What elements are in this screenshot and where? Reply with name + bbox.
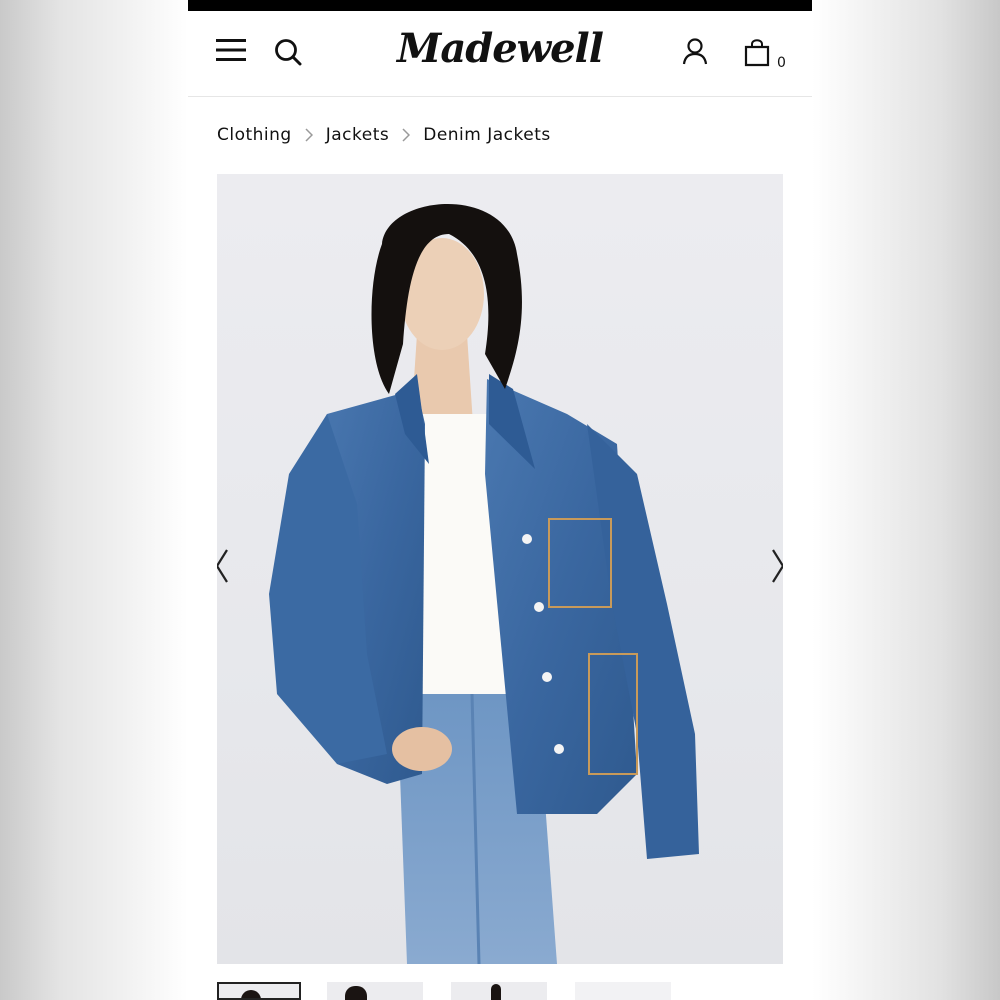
user-icon[interactable] [682, 38, 708, 66]
phone-screen: Madewell 0 Clothing Jackets Denim Jacket… [188, 0, 812, 1000]
status-bar [188, 0, 812, 11]
breadcrumb: Clothing Jackets Denim Jackets [217, 122, 551, 148]
chevron-right-icon [292, 128, 326, 142]
thumbnail-1[interactable] [217, 982, 301, 1000]
thumbnail-4[interactable] [575, 982, 671, 1000]
chevron-left-icon[interactable] [217, 546, 233, 586]
product-photo [269, 204, 699, 964]
thumbnail-strip [217, 982, 783, 1000]
thumbnail-2[interactable] [327, 982, 423, 1000]
breadcrumb-jackets[interactable]: Jackets [326, 125, 390, 145]
thumbnail-3[interactable] [451, 982, 547, 1000]
hamburger-menu-icon[interactable] [216, 37, 246, 63]
search-icon[interactable] [274, 38, 302, 66]
breadcrumb-denim-jackets[interactable]: Denim Jackets [423, 125, 551, 145]
chevron-right-icon[interactable] [767, 546, 783, 586]
cart-button[interactable]: 0 [744, 35, 792, 75]
chevron-right-icon [389, 128, 423, 142]
site-header: Madewell 0 [188, 11, 812, 97]
brand-logo[interactable]: Madewell [388, 21, 612, 77]
cart-count: 0 [777, 55, 786, 71]
shopping-bag-icon [744, 39, 770, 67]
product-image-gallery[interactable] [217, 174, 783, 964]
breadcrumb-clothing[interactable]: Clothing [217, 125, 292, 145]
